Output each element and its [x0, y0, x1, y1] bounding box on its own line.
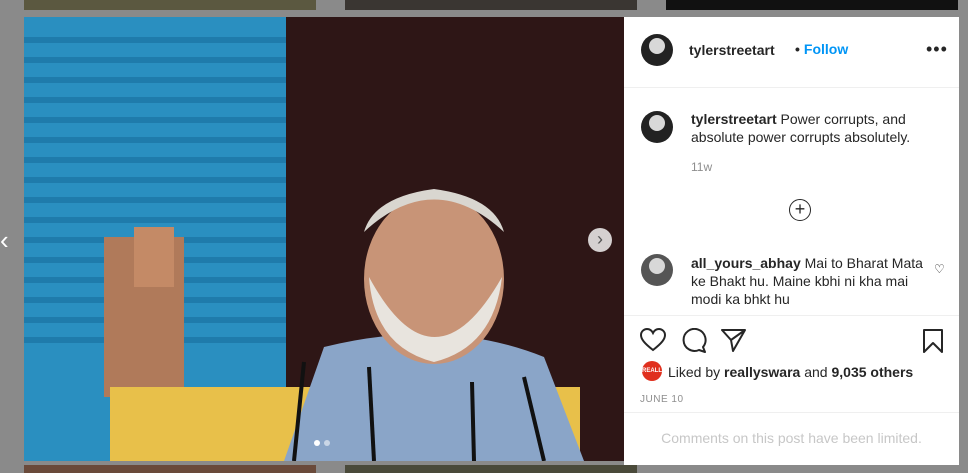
- follow-button[interactable]: • Follow: [795, 41, 848, 57]
- comment-item: all_yours_abhay Mai to Bharat Mata ke Bh…: [691, 254, 927, 308]
- likes-prefix: Liked by: [668, 364, 721, 380]
- author-username[interactable]: tylerstreetart: [689, 42, 775, 58]
- liker-avatar[interactable]: REALLY: [642, 361, 665, 381]
- background-tile-top-middle[interactable]: [345, 0, 637, 10]
- post-age[interactable]: 11w: [691, 160, 712, 174]
- likes-user[interactable]: reallyswara: [724, 364, 800, 380]
- comment-bubble-icon[interactable]: [681, 328, 707, 354]
- carousel-dot: [324, 440, 330, 446]
- save-bookmark-icon[interactable]: [922, 328, 944, 354]
- comment-like-icon[interactable]: ♡: [934, 262, 945, 276]
- more-options-icon[interactable]: •••: [926, 39, 948, 60]
- next-slide-button[interactable]: ›: [588, 228, 612, 252]
- like-heart-icon[interactable]: [640, 328, 666, 352]
- carousel-dot-active: [314, 440, 320, 446]
- load-more-comments-icon[interactable]: +: [789, 199, 811, 221]
- likes-summary: Liked by reallyswara and 9,035 others: [668, 364, 913, 380]
- background-tile-top-right[interactable]: [666, 0, 958, 10]
- caption-username[interactable]: tylerstreetart: [691, 111, 777, 127]
- follow-label[interactable]: Follow: [804, 41, 848, 57]
- comment-username[interactable]: all_yours_abhay: [691, 255, 801, 271]
- background-tile-bottom-left[interactable]: [24, 465, 316, 473]
- follow-separator: •: [795, 41, 800, 57]
- commenter-avatar[interactable]: [641, 254, 673, 286]
- likes-count[interactable]: 9,035 others: [831, 364, 913, 380]
- post-details-panel: tylerstreetart • Follow ••• tylerstreetar…: [624, 17, 959, 465]
- post-date[interactable]: JUNE 10: [640, 394, 684, 405]
- carousel-indicator: [314, 440, 330, 446]
- caption-author-avatar[interactable]: [641, 111, 673, 143]
- post-actions-section: REALLY Liked by reallyswara and 9,035 ot…: [624, 315, 959, 466]
- share-paper-plane-icon[interactable]: [721, 328, 747, 352]
- post-caption: tylerstreetart Power corrupts, and absol…: [691, 110, 936, 146]
- post-header: tylerstreetart • Follow •••: [624, 17, 959, 88]
- previous-post-arrow[interactable]: ‹: [0, 226, 14, 254]
- likes-connector: and: [804, 364, 828, 380]
- comments-limited-notice: Comments on this post have been limited.: [624, 412, 959, 467]
- post-image[interactable]: [24, 17, 624, 461]
- author-avatar[interactable]: [641, 34, 673, 66]
- post-photo-illustration: [24, 17, 624, 461]
- background-tile-top-left[interactable]: [24, 0, 316, 10]
- background-tile-bottom-middle[interactable]: [345, 465, 637, 473]
